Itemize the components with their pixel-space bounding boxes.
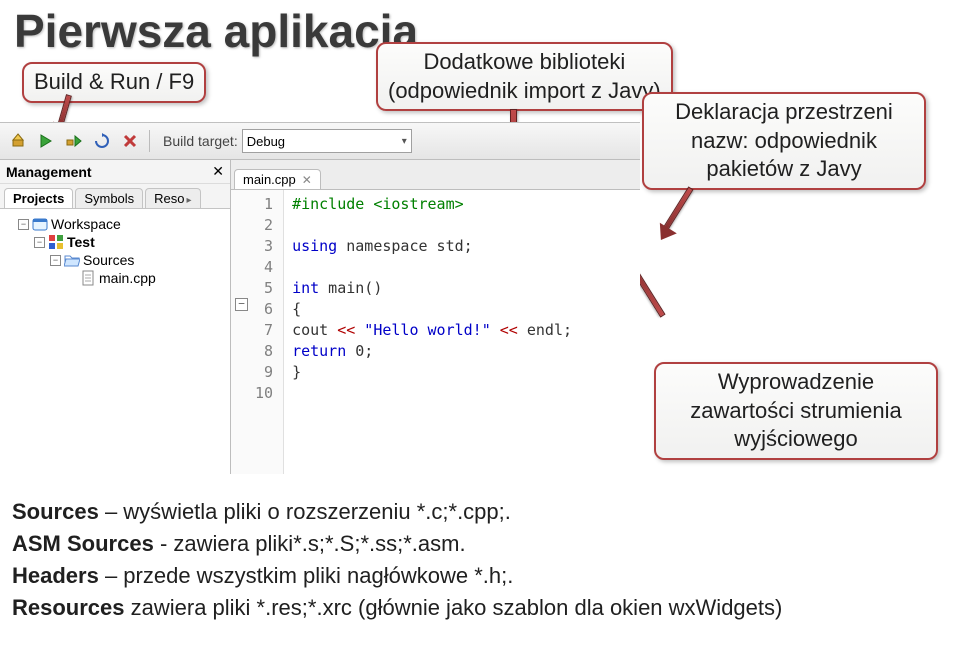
arrow-ns-to-using — [663, 186, 694, 230]
bottom-headers-b: Headers — [12, 563, 99, 588]
abort-icon[interactable] — [118, 129, 142, 153]
code-op-1: << — [337, 321, 355, 339]
tree-project-test[interactable]: − Test — [4, 233, 226, 251]
editor-tabs: main.cpp ✕ — [231, 160, 640, 190]
bottom-description: Sources – wyświetla pliki o rozszerzeniu… — [12, 496, 782, 624]
folder-open-icon — [64, 252, 80, 268]
management-tabs: Projects Symbols Reso▸ — [0, 184, 230, 209]
fold-icon[interactable]: − — [235, 298, 248, 311]
tree-project-label: Test — [67, 234, 95, 250]
line-number: 10 — [255, 383, 273, 404]
line-number: 8 — [255, 341, 273, 362]
bottom-resources-b: Resources — [12, 595, 125, 620]
tree-sources-folder[interactable]: − Sources — [4, 251, 226, 269]
tree-workspace-label: Workspace — [51, 216, 121, 232]
callout-namespace: Deklaracja przestrzeni nazw: odpowiednik… — [642, 92, 926, 190]
collapse-icon[interactable]: − — [50, 255, 61, 266]
build-target-label: Build target: — [163, 133, 238, 149]
code-line-7e: endl; — [518, 321, 572, 339]
code-line-5b: main() — [319, 279, 382, 297]
build-run-icon[interactable] — [62, 129, 86, 153]
chevron-down-icon: ▾ — [402, 136, 407, 147]
line-number: 7 — [255, 320, 273, 341]
collapse-icon[interactable]: − — [18, 219, 29, 230]
callout-output-stream-l3: wyjściowego — [666, 425, 926, 454]
bottom-headers-t: – przede wszystkim pliki nagłówkowe *.h;… — [99, 563, 514, 588]
code-content: #include <iostream> using namespace std;… — [284, 190, 580, 474]
bottom-sources-b: Sources — [12, 499, 99, 524]
callout-build-run: Build & Run / F9 — [22, 62, 206, 103]
close-tab-icon[interactable]: ✕ — [302, 173, 312, 187]
tree-workspace[interactable]: − Workspace — [4, 215, 226, 233]
run-icon[interactable] — [34, 129, 58, 153]
callout-namespace-l3: pakietów z Javy — [654, 155, 914, 184]
callout-namespace-l2: nazw: odpowiednik — [654, 127, 914, 156]
callout-output-stream-l1: Wyprowadzenie — [666, 368, 926, 397]
build-target-select[interactable]: Debug ▾ — [242, 129, 412, 153]
management-panel: Management ✕ Projects Symbols Reso▸ − Wo… — [0, 160, 231, 474]
bottom-asm-t: - zawiera pliki*.s;*.S;*.ss;*.asm. — [154, 531, 466, 556]
callout-libraries-l1: Dodatkowe biblioteki — [388, 48, 661, 77]
code-line-1: #include <iostream> — [292, 195, 464, 213]
file-icon — [80, 270, 96, 286]
tree-sources-label: Sources — [83, 252, 134, 268]
code-kw-return: return — [292, 342, 346, 360]
tree-file-label: main.cpp — [99, 270, 156, 286]
code-line-8c: 0; — [346, 342, 373, 360]
code-brace-close: } — [292, 363, 301, 381]
project-tree: − Workspace − Test − Sources ma — [0, 209, 230, 474]
toolbar-separator — [149, 130, 150, 152]
code-brace-open: { — [292, 300, 301, 318]
code-editor[interactable]: 1 2 3 4 5 6 7 8 9 10 − #include <iostrea… — [231, 190, 640, 474]
tab-resources-label: Reso — [154, 191, 184, 206]
code-line-7a: cout — [292, 321, 337, 339]
code-line-3b: namespace std; — [337, 237, 472, 255]
code-op-2: << — [500, 321, 518, 339]
code-kw-int: int — [292, 279, 319, 297]
code-str: "Hello world!" — [355, 321, 500, 339]
tab-resources[interactable]: Reso▸ — [145, 188, 200, 208]
collapse-icon[interactable]: − — [34, 237, 45, 248]
ide-window: Build target: Debug ▾ Management ✕ Proje… — [0, 122, 640, 473]
line-number: 9 — [255, 362, 273, 383]
close-icon[interactable]: ✕ — [212, 163, 224, 180]
toolbar: Build target: Debug ▾ — [0, 123, 640, 160]
tab-maincpp[interactable]: main.cpp ✕ — [234, 169, 321, 189]
build-icon[interactable] — [6, 129, 30, 153]
line-number: 2 — [255, 215, 273, 236]
line-number: 3 — [255, 236, 273, 257]
bottom-asm-b: ASM Sources — [12, 531, 154, 556]
tab-projects[interactable]: Projects — [4, 188, 73, 208]
tree-file-maincpp[interactable]: main.cpp — [4, 269, 226, 287]
tab-symbols[interactable]: Symbols — [75, 188, 143, 208]
workspace-icon — [32, 216, 48, 232]
bottom-sources-t: – wyświetla pliki o rozszerzeniu *.c;*.c… — [99, 499, 511, 524]
line-number: 4 — [255, 257, 273, 278]
management-title: Management — [6, 164, 92, 180]
line-number-gutter: 1 2 3 4 5 6 7 8 9 10 − — [231, 190, 284, 474]
callout-output-stream: Wyprowadzenie zawartości strumienia wyjś… — [654, 362, 938, 460]
project-icon — [48, 234, 64, 250]
line-number: 5 — [255, 278, 273, 299]
chevron-right-icon: ▸ — [187, 195, 192, 206]
build-target-value: Debug — [247, 134, 285, 149]
tab-maincpp-label: main.cpp — [243, 172, 296, 187]
callout-namespace-l1: Deklaracja przestrzeni — [654, 98, 914, 127]
line-number: 6 — [255, 299, 273, 320]
bottom-resources-t: zawiera pliki *.res;*.xrc (głównie jako … — [125, 595, 783, 620]
code-kw-using: using — [292, 237, 337, 255]
editor-area: main.cpp ✕ 1 2 3 4 5 6 7 8 9 10 − — [231, 160, 640, 474]
rebuild-icon[interactable] — [90, 129, 114, 153]
callout-libraries: Dodatkowe biblioteki (odpowiednik import… — [376, 42, 673, 111]
line-number: 1 — [255, 194, 273, 215]
callout-output-stream-l2: zawartości strumienia — [666, 397, 926, 426]
callout-libraries-l2: (odpowiednik import z Javy) — [388, 77, 661, 106]
